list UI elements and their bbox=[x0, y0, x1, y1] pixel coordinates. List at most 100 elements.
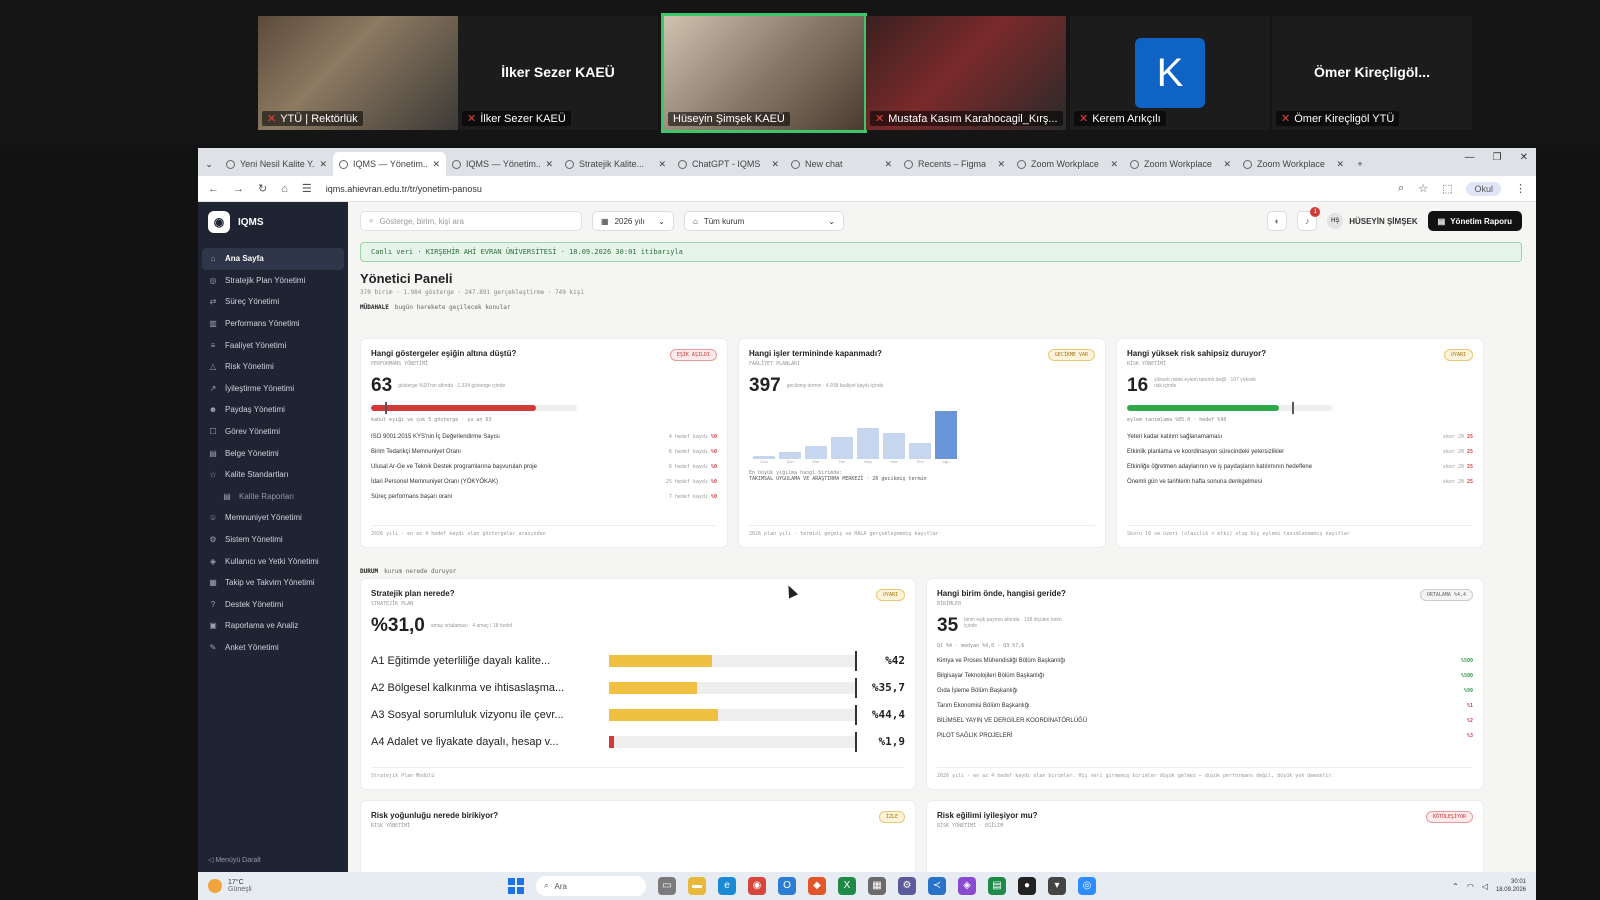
unit-row[interactable]: Tarım Ekonomisi Bölüm Başkanlığı %1 bbox=[937, 698, 1473, 713]
unit-row[interactable]: Bilgisayar Teknolojileri Bölüm Başkanlığ… bbox=[937, 668, 1473, 683]
browser-tab[interactable]: Recents – Figma ✕ bbox=[898, 152, 1011, 176]
browser-tab[interactable]: IQMS — Yönetim... ✕ bbox=[446, 152, 559, 176]
collapse-menu-button[interactable]: ◁ Menüyü Daralt bbox=[208, 856, 261, 864]
management-report-button[interactable]: ▤ Yönetim Raporu bbox=[1427, 211, 1522, 231]
card-unowned-high-risks[interactable]: Hangi yüksek risk sahipsiz duruyor? RİSK … bbox=[1116, 338, 1484, 548]
terminal-icon[interactable]: ▾ bbox=[1048, 877, 1066, 895]
list-item[interactable]: Etkinlik planlama ve koordinasyon süreci… bbox=[1127, 444, 1473, 459]
strategic-goal-row[interactable]: A4 Adalet ve liyakate dayalı, hesap v...… bbox=[371, 728, 905, 755]
browser-tab[interactable]: IQMS — Yönetim... ✕ bbox=[333, 152, 446, 176]
file-explorer-icon[interactable]: ▬ bbox=[688, 877, 706, 895]
participant-tile[interactable]: ✕ YTÜ | Rektörlük bbox=[258, 16, 458, 130]
sidebar-item[interactable]: ▦ Takip ve Takvim Yönetimi bbox=[202, 572, 344, 594]
card-risk-trend[interactable]: Risk eğilimi iyileşiyor mu? RİSK YÖNETİMİ… bbox=[926, 800, 1484, 872]
list-item[interactable]: İdari Personel Memnuniyet Oranı (YÖKYÖKA… bbox=[371, 474, 717, 489]
taskbar-search[interactable]: ⌕ Ara bbox=[536, 876, 646, 896]
sidebar-item[interactable]: ▣ Raporlama ve Analiz bbox=[202, 615, 344, 637]
tab-close-icon[interactable]: ✕ bbox=[432, 159, 440, 170]
vscode-icon[interactable]: ≺ bbox=[928, 877, 946, 895]
browser-tab[interactable]: ChatGPT - IQMS ✕ bbox=[672, 152, 785, 176]
strategic-goal-row[interactable]: A3 Sosyal sorumluluk vizyonu ile çevr...… bbox=[371, 701, 905, 728]
extensions-icon[interactable]: ⬚ bbox=[1442, 182, 1452, 195]
strategic-goal-row[interactable]: A1 Eğitimde yeterliliğe dayalı kalite...… bbox=[371, 647, 905, 674]
card-indicators-below-threshold[interactable]: Hangi göstergeler eşiğin altına düştü? PE… bbox=[360, 338, 728, 548]
tab-close-icon[interactable]: ✕ bbox=[884, 159, 892, 170]
sidebar-item[interactable]: ◎ Stratejik Plan Yönetimi bbox=[202, 270, 344, 292]
strategic-goal-row[interactable]: A2 Bölgesel kalkınma ve ihtisaslaşma...%… bbox=[371, 674, 905, 701]
participant-tile[interactable]: K ✕ Kerem Arıkçılı bbox=[1070, 16, 1270, 130]
card-risk-density[interactable]: Risk yoğunluğu nerede birikiyor? RİSK YÖN… bbox=[360, 800, 916, 872]
browser-tab[interactable]: Yeni Nesil Kalite Y... ✕ bbox=[220, 152, 333, 176]
tab-close-icon[interactable]: ✕ bbox=[319, 159, 327, 170]
list-item[interactable]: ISO 9001:2015 KYS'nin İç Değerlendirme S… bbox=[371, 429, 717, 444]
list-item[interactable]: Süreç performans başarı oranı 7 hedef kay… bbox=[371, 489, 717, 504]
browser-tab[interactable]: Zoom Workplace ✕ bbox=[1124, 152, 1237, 176]
tab-close-icon[interactable]: ✕ bbox=[771, 159, 779, 170]
forward-icon[interactable]: → bbox=[233, 183, 244, 195]
list-item[interactable]: Etkinliğe öğretmen adaylarının ve iş pay… bbox=[1127, 459, 1473, 474]
brand[interactable]: ◉ IQMS bbox=[198, 202, 348, 242]
task-view-icon[interactable]: ▭ bbox=[658, 877, 676, 895]
participant-tile[interactable]: İlker Sezer KAEÜ ✕ İlker Sezer KAEÜ bbox=[458, 16, 658, 130]
excel-icon[interactable]: X bbox=[838, 877, 856, 895]
settings-gear-icon[interactable]: ⚙ bbox=[898, 877, 916, 895]
user-menu[interactable]: HŞ HÜSEYİN ŞİMŞEK bbox=[1327, 213, 1418, 229]
outlook-icon[interactable]: O bbox=[778, 877, 796, 895]
bookmark-star-icon[interactable]: ☆ bbox=[1418, 182, 1428, 195]
back-icon[interactable]: ← bbox=[208, 183, 219, 195]
unit-row[interactable]: BİLİMSEL YAYIN VE DERGİLER KOORDİNATÖRLÜ… bbox=[937, 713, 1473, 728]
sidebar-item[interactable]: ⚙ Sistem Yönetimi bbox=[202, 529, 344, 551]
calculator-icon[interactable]: ▦ bbox=[868, 877, 886, 895]
github-icon[interactable]: ● bbox=[1018, 877, 1036, 895]
sidebar-item[interactable]: ↗ İyileştirme Yönetimi bbox=[202, 378, 344, 400]
reload-icon[interactable]: ↻ bbox=[258, 182, 267, 195]
sidebar-item[interactable]: △ Risk Yönetimi bbox=[202, 356, 344, 378]
profile-chip[interactable]: Okul bbox=[1466, 181, 1501, 196]
sidebar-item[interactable]: ⇄ Süreç Yönetimi bbox=[202, 291, 344, 313]
zoom-app-icon[interactable]: ◎ bbox=[1078, 877, 1096, 895]
sidebar-item[interactable]: ☆ Kalite Standartları bbox=[202, 464, 344, 486]
clock[interactable]: 30:01 18.09.2026 bbox=[1496, 878, 1526, 894]
chrome-icon[interactable]: ◉ bbox=[748, 877, 766, 895]
browser-menu-icon[interactable]: ⋮ bbox=[1515, 182, 1526, 195]
sheets-icon[interactable]: ▤ bbox=[988, 877, 1006, 895]
browser-tab[interactable]: Zoom Workplace ✕ bbox=[1237, 152, 1350, 176]
tab-close-icon[interactable]: ✕ bbox=[545, 159, 553, 170]
list-item[interactable]: Yeteri kadar katılım sağlanamaması skor 2… bbox=[1127, 429, 1473, 444]
home-icon[interactable]: ⌂ bbox=[281, 183, 288, 195]
sidebar-item[interactable]: ▤ Belge Yönetimi bbox=[202, 442, 344, 464]
sidebar-item[interactable]: ▥ Performans Yönetimi bbox=[202, 313, 344, 335]
maximize-icon[interactable]: ❐ bbox=[1493, 152, 1502, 163]
sidebar-item[interactable]: ✎ Anket Yönetimi bbox=[202, 637, 344, 659]
edge-icon[interactable]: e bbox=[718, 877, 736, 895]
tab-close-icon[interactable]: ✕ bbox=[1223, 159, 1231, 170]
tab-close-icon[interactable]: ✕ bbox=[1110, 159, 1118, 170]
close-window-icon[interactable]: ✕ bbox=[1520, 152, 1528, 163]
new-tab-button[interactable]: + bbox=[1350, 152, 1370, 176]
sidebar-item[interactable]: ≡ Faaliyet Yönetimi bbox=[202, 334, 344, 356]
weather-widget[interactable]: 17°C Güneşli bbox=[198, 879, 428, 893]
card-strategic-plan[interactable]: Stratejik plan nerede? STRATEJİK PLAN UYA… bbox=[360, 578, 916, 790]
sidebar-item[interactable]: ☐ Görev Yönetimi bbox=[202, 421, 344, 443]
list-item[interactable]: Ulusal Ar-Ge ve Teknik Destek programlar… bbox=[371, 459, 717, 474]
theme-toggle-icon[interactable]: ◐ bbox=[1267, 211, 1288, 231]
unit-row[interactable]: Gıda İşleme Bölüm Başkanlığı %99 bbox=[937, 683, 1473, 698]
url-field[interactable]: iqms.ahievran.edu.tr/tr/yonetim-panosu bbox=[326, 184, 1384, 194]
year-select[interactable]: ▦ 2026 yılı ⌄ bbox=[592, 211, 674, 231]
sidebar-item[interactable]: ☺ Memnuniyet Yönetimi bbox=[202, 507, 344, 529]
zoom-icon[interactable]: ⌕ bbox=[1398, 182, 1404, 195]
card-overdue-activities[interactable]: Hangi işler termininde kapanmadı? FAALİYE… bbox=[738, 338, 1106, 548]
card-unit-ranking[interactable]: Hangi birim önde, hangisi geride? BİRİMLE… bbox=[926, 578, 1484, 790]
tab-close-icon[interactable]: ✕ bbox=[1336, 159, 1344, 170]
participant-tile-active-speaker[interactable]: Hüseyin Şimşek KAEÜ bbox=[661, 13, 867, 133]
site-info-icon[interactable]: ☰ bbox=[302, 182, 312, 195]
unit-row[interactable]: PILOT SAĞLIK PROJELERİ %3 bbox=[937, 728, 1473, 743]
tab-close-icon[interactable]: ✕ bbox=[997, 159, 1005, 170]
browser-tab[interactable]: Stratejik Kalite... ✕ bbox=[559, 152, 672, 176]
volume-icon[interactable]: ◁ bbox=[1482, 882, 1488, 891]
browser-tab[interactable]: Zoom Workplace ✕ bbox=[1011, 152, 1124, 176]
search-input[interactable]: ⌕ Gösterge, birim, kişi ara bbox=[360, 211, 582, 231]
organization-select[interactable]: ⌂ Tüm kurum ⌄ bbox=[684, 211, 844, 231]
sidebar-item[interactable]: ◈ Kullanıcı ve Yetki Yönetimi bbox=[202, 550, 344, 572]
windows-start-icon[interactable] bbox=[508, 878, 524, 894]
